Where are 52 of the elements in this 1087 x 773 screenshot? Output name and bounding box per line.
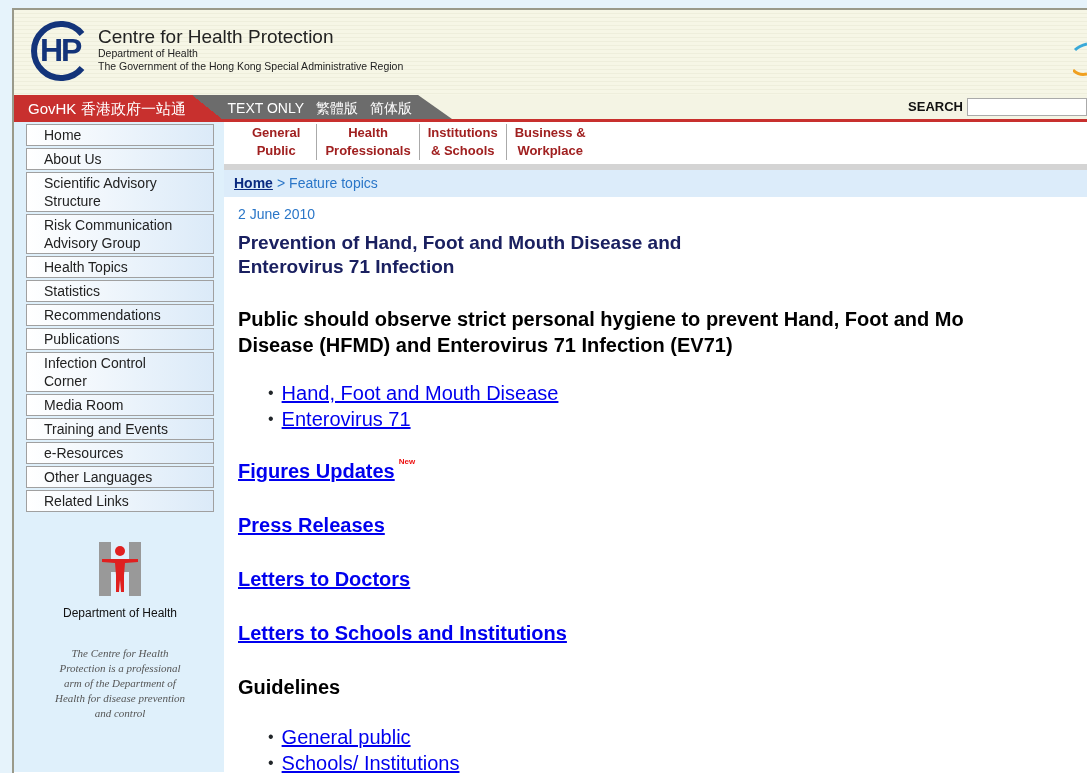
department-name: Department of Health: [98, 47, 199, 60]
breadcrumb-link[interactable]: Home: [234, 175, 273, 191]
health-emblem-icon: [99, 542, 141, 596]
topic-link[interactable]: General public: [281, 724, 411, 750]
section-heading: Guidelines: [238, 676, 341, 698]
sidebar-menu-item[interactable]: Publications: [26, 328, 214, 350]
sidebar-menu-item[interactable]: Health Topics: [26, 256, 214, 278]
section-link[interactable]: Letters to Schools and Institutions: [238, 622, 567, 644]
section-link[interactable]: Letters to Doctors: [238, 568, 411, 590]
sidebar-menu-item[interactable]: Other Languages: [26, 466, 214, 488]
topic-link[interactable]: Hand, Foot and Mouth Disease: [281, 380, 559, 406]
emblem-caption: Department of Health: [62, 605, 178, 622]
government-name: The Government of the Hong Kong Special Administrative Region: [98, 60, 404, 73]
search-field[interactable]: [967, 98, 1087, 116]
audience-tab[interactable]: General Public: [238, 124, 317, 160]
swoosh-icon: [1073, 40, 1087, 78]
site-title: Centre for Health Protection: [98, 26, 335, 47]
section-link[interactable]: Figures Updates: [238, 460, 395, 482]
language-link[interactable]: TEXT ONLY: [227, 98, 305, 119]
sidebar-menu-item[interactable]: Statistics: [26, 280, 214, 302]
sidebar-menu-item[interactable]: About Us: [26, 148, 214, 170]
headline: Public should observe strict personal hygiene to prevent Hand, Foot and Mo Disease (HFMD) and Enterovirus 71 Infection (EV71): [238, 307, 965, 358]
date-text: 2 June 2010: [238, 205, 317, 224]
bullet-mark: •: [268, 409, 274, 429]
sidebar-menu-item[interactable]: Scientific Advisory Structure: [26, 172, 214, 212]
sidebar-menu-item[interactable]: Related Links: [26, 490, 214, 512]
sidebar-note: The Centre for Health Protection is a professional arm of the Department of Health for disease prevention and control: [53, 646, 186, 721]
section-link[interactable]: Press Releases: [238, 514, 385, 536]
audience-tab[interactable]: Business & Workplace: [505, 124, 594, 160]
breadcrumb-current: Feature topics: [289, 175, 378, 191]
topic-link[interactable]: Enterovirus 71: [281, 406, 411, 432]
sidebar-menu-item[interactable]: Risk Communication Advisory Group: [26, 214, 214, 254]
sidebar-menu-item[interactable]: Home: [26, 124, 214, 146]
language-link[interactable]: 繁體版: [316, 98, 359, 119]
govhk-link[interactable]: GovHK 香港政府一站通: [14, 95, 192, 119]
bullet-mark: •: [268, 383, 274, 403]
sidebar-menu-item[interactable]: e-Resources: [26, 442, 214, 464]
language-link[interactable]: 简体版: [370, 98, 413, 119]
sidebar-menu-item[interactable]: Recommendations: [26, 304, 214, 326]
logo-text: HP: [40, 33, 81, 67]
bullet-mark: •: [268, 753, 274, 773]
search-label: SEARCH: [908, 98, 963, 117]
audience-tab[interactable]: Health Professionals: [316, 124, 419, 160]
audience-tab[interactable]: Institutions & Schools: [418, 124, 506, 160]
bullet-mark: •: [268, 727, 274, 747]
sidebar-menu-item[interactable]: Training and Events: [26, 418, 214, 440]
page-title: Prevention of Hand, Foot and Mouth Disease and Enterovirus 71 Infection: [238, 231, 683, 279]
sidebar-menu-item[interactable]: Media Room: [26, 394, 214, 416]
sidebar-menu-item[interactable]: Infection Control Corner: [26, 352, 214, 392]
new-label: New: [398, 457, 416, 466]
topic-link[interactable]: Schools/ Institutions: [281, 750, 460, 773]
breadcrumb-separator: >: [276, 175, 286, 191]
